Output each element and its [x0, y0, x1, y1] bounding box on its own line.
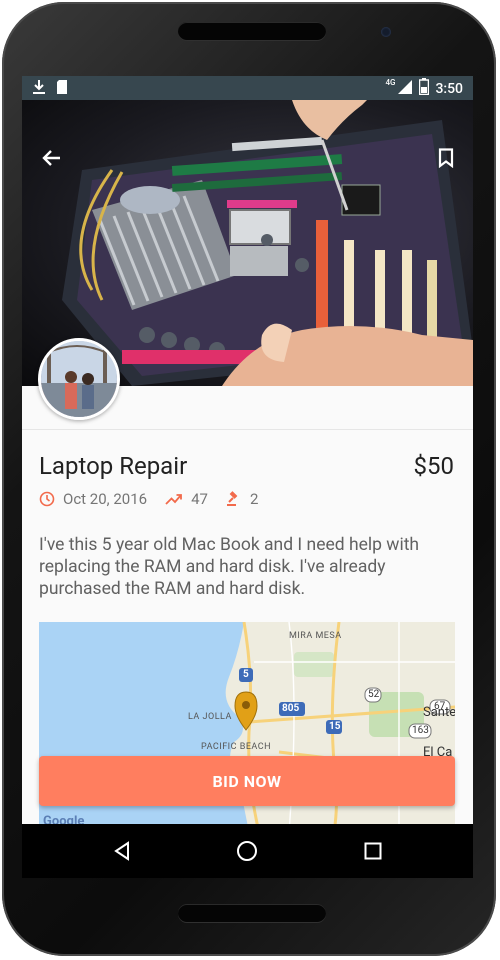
bookmark-button[interactable] [432, 144, 460, 172]
download-icon [32, 79, 46, 99]
status-bar: 4G 3:50 [22, 76, 473, 100]
clock-icon [39, 491, 55, 507]
network-type: 4G [385, 78, 396, 87]
front-camera [381, 27, 391, 37]
app-screen: 4G 3:50 Laptop Repair $50 Oct 20, 2016 4… [22, 76, 473, 824]
shield-15: 15 [329, 721, 341, 732]
map-label-la-jolla: LA JOLLA [188, 712, 232, 722]
shield-163: 163 [412, 725, 429, 736]
listing-meta: Oct 20, 2016 47 2 [39, 490, 276, 508]
gavel-icon [226, 491, 238, 506]
back-triangle-icon [114, 841, 129, 861]
signal-icon [397, 79, 413, 99]
top-speaker [178, 22, 326, 40]
bookmark-icon [438, 148, 454, 168]
nav-recents-button[interactable] [343, 824, 403, 878]
sd-card-icon [56, 79, 68, 99]
system-nav-bar [22, 824, 473, 878]
shield-805: 805 [282, 703, 300, 714]
listing-title: Laptop Repair [39, 452, 188, 480]
avatar[interactable] [38, 338, 120, 420]
google-logo: Google [43, 814, 85, 824]
shield-52: 52 [368, 689, 380, 700]
shield-67: 67 [434, 701, 446, 712]
battery-icon [419, 78, 430, 99]
listing-price: $50 [413, 452, 454, 480]
map-label-mira-mesa: MIRA MESA [289, 631, 342, 641]
map-label-pacific-beach: PACIFIC BEACH [201, 742, 272, 752]
trending-up-icon [165, 494, 182, 505]
bottom-speaker [178, 904, 326, 922]
home-circle-icon [237, 841, 257, 861]
back-button[interactable] [38, 144, 66, 172]
avatar-photo [41, 341, 117, 417]
clock: 3:50 [435, 80, 463, 97]
bid-count: 2 [249, 490, 259, 508]
view-count: 47 [191, 490, 208, 508]
listing-date: Oct 20, 2016 [63, 490, 148, 508]
nav-back-button[interactable] [92, 824, 152, 878]
divider [22, 429, 473, 430]
bid-now-button[interactable]: BID NOW [39, 756, 455, 806]
arrow-back-icon [42, 150, 60, 166]
recents-square-icon [364, 842, 382, 860]
listing-description: I've this 5 year old Mac Book and I need… [39, 535, 420, 599]
shield-i5: 5 [243, 669, 249, 680]
nav-home-button[interactable] [217, 824, 277, 878]
